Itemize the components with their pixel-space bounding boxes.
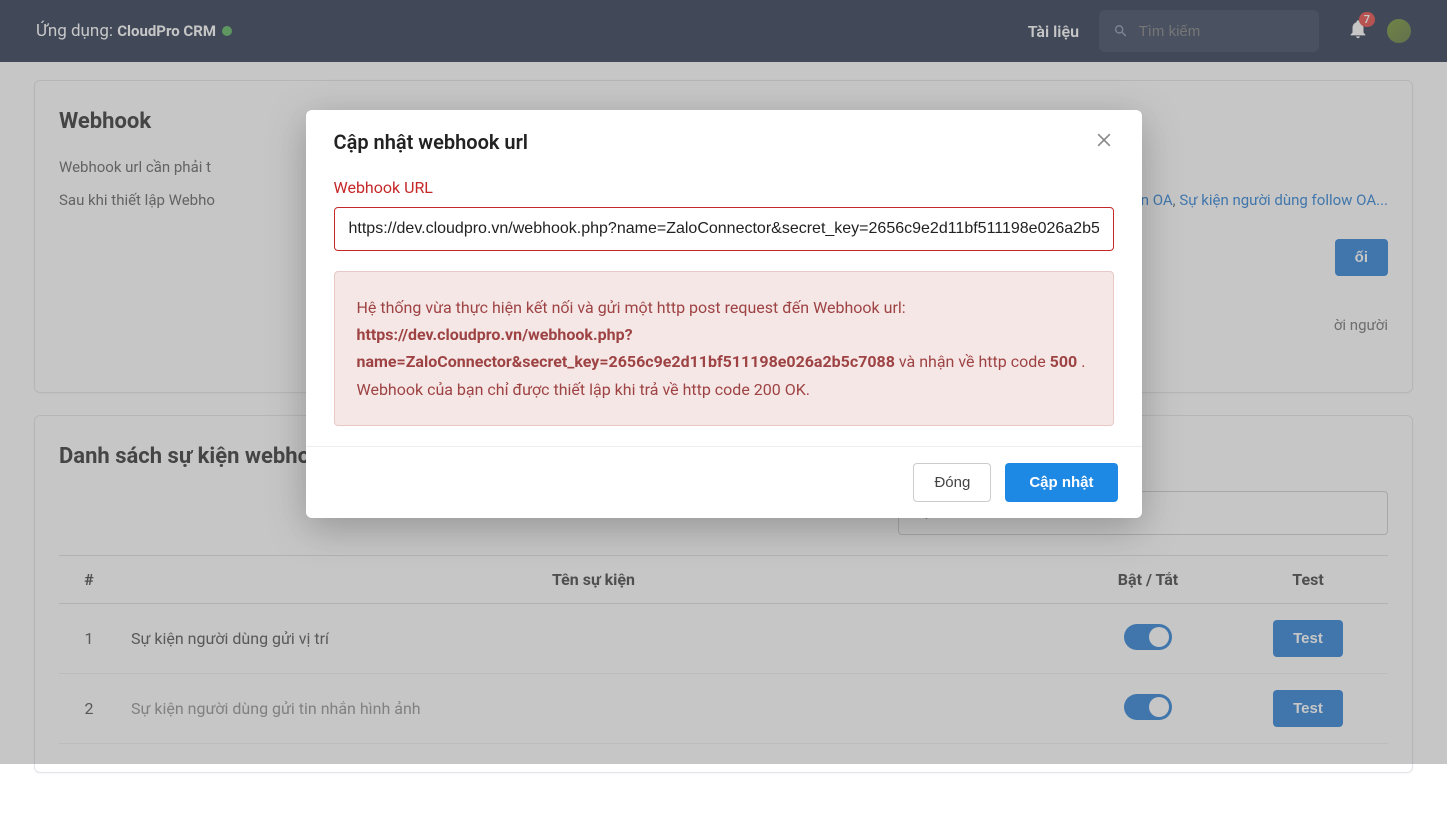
modal-head: Cập nhật webhook url <box>306 110 1142 174</box>
modal-body: Webhook URL Hệ thống vừa thực hiện kết n… <box>306 174 1142 446</box>
error-alert: Hệ thống vừa thực hiện kết nối và gửi mộ… <box>334 271 1114 426</box>
alert-url: https://dev.cloudpro.vn/webhook.php?name… <box>357 325 895 371</box>
webhook-url-input[interactable] <box>334 207 1114 251</box>
modal-close-button[interactable] <box>1094 130 1114 154</box>
alert-code: 500 <box>1050 352 1078 371</box>
close-icon <box>1094 130 1114 150</box>
modal-title: Cập nhật webhook url <box>334 130 528 154</box>
webhook-url-label: Webhook URL <box>334 178 1114 197</box>
alert-text-2: và nhận về http code <box>899 352 1050 371</box>
modal-overlay: Cập nhật webhook url Webhook URL Hệ thốn… <box>0 0 1447 764</box>
modal-submit-btn[interactable]: Cập nhật <box>1005 463 1117 502</box>
modal-foot: Đóng Cập nhật <box>306 446 1142 518</box>
alert-text-1: Hệ thống vừa thực hiện kết nối và gửi mộ… <box>357 298 906 317</box>
modal-close-btn[interactable]: Đóng <box>913 463 991 502</box>
update-webhook-modal: Cập nhật webhook url Webhook URL Hệ thốn… <box>306 110 1142 518</box>
